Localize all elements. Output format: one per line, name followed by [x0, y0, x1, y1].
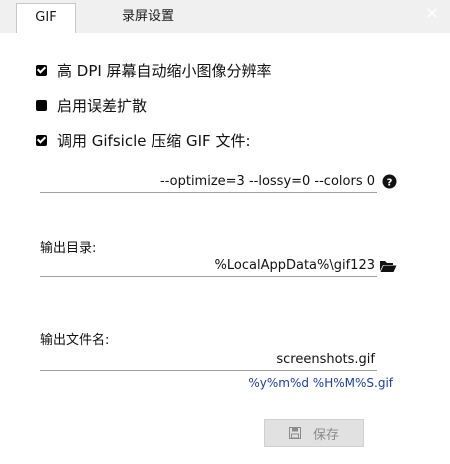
tab-recording-settings[interactable]: 录屏设置: [108, 3, 188, 33]
option-high-dpi-label: 高 DPI 屏幕自动缩小图像分辨率: [57, 62, 272, 80]
floppy-disk-icon: [288, 427, 301, 439]
checkbox-gifsicle[interactable]: [36, 135, 47, 146]
output-dir-input[interactable]: %LocalAppData%\gif123: [40, 255, 377, 277]
output-file-label: 输出文件名:: [40, 333, 110, 348]
browse-folder-button[interactable]: [378, 257, 398, 275]
save-button-label: 保存: [312, 427, 339, 443]
gifsicle-args-value: --optimize=3 --lossy=0 --colors 0: [160, 174, 375, 189]
checkbox-error-diffusion[interactable]: [36, 100, 47, 111]
output-dir-value: %LocalAppData%\gif123: [214, 258, 375, 273]
folder-open-icon: [380, 261, 397, 272]
close-button[interactable]: [420, 1, 444, 25]
save-button[interactable]: 保存: [264, 419, 364, 447]
help-icon: ?: [382, 174, 396, 188]
svg-text:?: ?: [386, 177, 392, 188]
option-high-dpi-downscale[interactable]: 高 DPI 屏幕自动缩小图像分辨率: [36, 60, 272, 81]
output-file-value: screenshots.gif: [276, 352, 375, 367]
tab-bar: GIF 录屏设置: [0, 0, 450, 33]
option-gifsicle-label: 调用 Gifsicle 压缩 GIF 文件:: [57, 132, 251, 150]
gifsicle-args-input[interactable]: --optimize=3 --lossy=0 --colors 0: [40, 171, 377, 193]
tab-gif[interactable]: GIF: [16, 3, 76, 33]
output-file-input[interactable]: screenshots.gif: [40, 349, 377, 371]
filename-format-hint: %y%m%d %H%M%S.gif: [248, 376, 393, 390]
option-error-diffusion-label: 启用误差扩散: [57, 97, 148, 115]
close-icon: [427, 8, 437, 18]
output-dir-label: 输出目录:: [40, 241, 97, 256]
help-button[interactable]: ?: [379, 172, 399, 190]
checkbox-high-dpi[interactable]: [36, 65, 47, 76]
option-error-diffusion[interactable]: 启用误差扩散: [36, 95, 147, 116]
option-gifsicle-compress[interactable]: 调用 Gifsicle 压缩 GIF 文件:: [36, 130, 251, 151]
